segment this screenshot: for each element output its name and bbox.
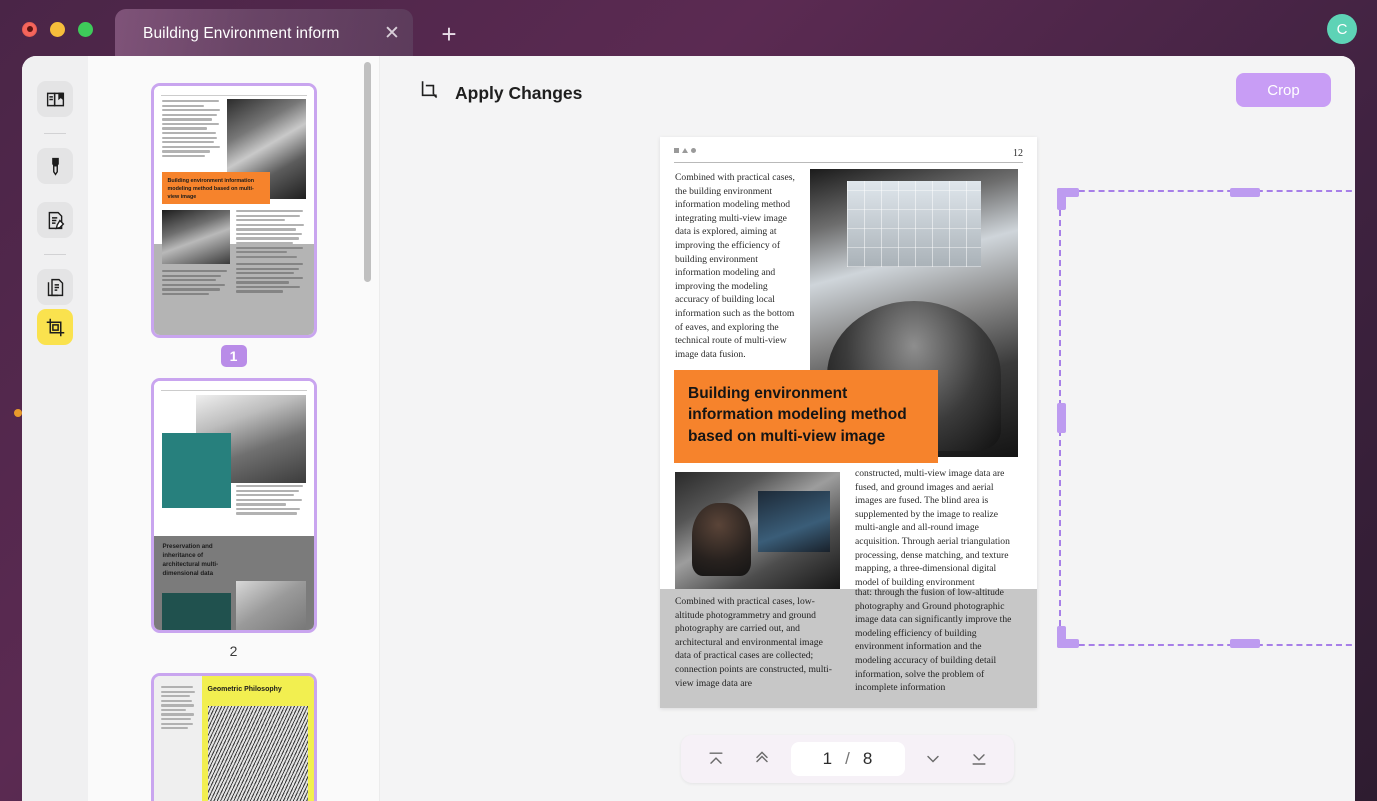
crop-selection-box[interactable] — [1057, 188, 1355, 648]
thumbnail-item[interactable]: Geometric Philosophy — [88, 673, 379, 801]
thumbnail-item[interactable]: Preservation and inheritance of architec… — [88, 378, 379, 662]
rail-indicator-dot — [14, 409, 22, 417]
current-page-value: 1 — [822, 749, 833, 768]
thumb-heading: Preservation and inheritance of architec… — [162, 543, 219, 577]
thumbnail-page-number: 2 — [229, 643, 238, 659]
thumbnail-page-3[interactable]: Geometric Philosophy — [150, 673, 317, 801]
sidebar-item-organize[interactable] — [37, 269, 73, 305]
crop-handle-top-middle[interactable] — [1230, 188, 1260, 197]
close-icon[interactable]: ✕ — [381, 23, 403, 45]
tool-rail — [22, 56, 88, 801]
apply-crop-icon — [415, 78, 441, 109]
total-pages-value: 8 — [862, 749, 873, 768]
pages-copy-icon — [45, 277, 66, 298]
apply-changes-label: Apply Changes — [455, 83, 583, 103]
sidebar-item-reader[interactable] — [37, 81, 73, 117]
window-traffic-lights — [22, 21, 93, 37]
thumbnail-pane[interactable]: Building environment information modelin… — [88, 56, 380, 801]
page-number-input[interactable]: 1 / 8 — [790, 742, 905, 776]
document-column-4: that: through the fusion of low-altitude… — [855, 587, 1012, 694]
rail-divider-2 — [44, 254, 66, 255]
plus-icon[interactable]: + — [433, 18, 465, 50]
crop-handle-top-left[interactable] — [1057, 188, 1066, 210]
thumb-heading: Geometric Philosophy — [207, 686, 282, 693]
thumbnail-page-2[interactable]: Preservation and inheritance of architec… — [150, 378, 317, 633]
sidebar-item-highlighter[interactable] — [37, 148, 73, 184]
crop-editor: Apply Changes Crop 12 Combined with prac… — [380, 56, 1355, 801]
thumbnail-list: Building environment information modelin… — [88, 56, 379, 801]
app-window: Building environment information modelin… — [22, 56, 1355, 801]
crop-handle-bottom-left[interactable] — [1057, 626, 1066, 648]
crop-handle-left-middle[interactable] — [1057, 403, 1066, 433]
crop-icon — [45, 317, 66, 338]
page-separator: / — [845, 749, 850, 768]
crop-handle-top-left[interactable] — [1057, 188, 1079, 197]
document-photo-workstation — [675, 472, 840, 590]
sidebar-item-annotate[interactable] — [37, 202, 73, 238]
close-window-button[interactable] — [22, 21, 37, 37]
thumb-heading: Building environment information modelin… — [161, 172, 270, 204]
document-column-3: Combined with practical cases, low-altit… — [675, 596, 832, 689]
title-bar: Building Environment inform ✕ + C — [0, 0, 1377, 58]
edit-document-icon — [45, 210, 66, 231]
thumbnail-scrollbar-track[interactable] — [364, 56, 375, 801]
browser-tab[interactable]: Building Environment inform ✕ — [115, 9, 413, 58]
avatar-initial: C — [1336, 20, 1348, 38]
tab-strip: Building Environment inform ✕ + — [115, 0, 465, 58]
maximize-window-button[interactable] — [78, 21, 93, 37]
document-page[interactable]: 12 Combined with practical cases, the bu… — [660, 137, 1037, 708]
page-navigation: 1 / 8 — [681, 735, 1014, 783]
document-column-1: Combined with practical cases, the build… — [675, 172, 795, 360]
crop-handle-bottom-middle[interactable] — [1230, 639, 1260, 648]
book-bookmark-icon — [45, 89, 66, 110]
crop-handle-bottom-left[interactable] — [1057, 639, 1079, 648]
thumbnail-item[interactable]: Building environment information modelin… — [88, 83, 379, 367]
highlighter-pen-icon — [45, 156, 66, 177]
sidebar-item-crop[interactable] — [37, 309, 73, 345]
jump-first-icon[interactable] — [699, 744, 733, 774]
tab-title: Building Environment inform — [143, 24, 340, 42]
rail-divider-1 — [44, 133, 66, 134]
thumbnail-page-1[interactable]: Building environment information modelin… — [150, 83, 317, 338]
chevron-up-icon[interactable] — [745, 744, 779, 774]
page-header-number: 12 — [1013, 148, 1023, 159]
page-header: 12 — [674, 148, 1023, 163]
jump-last-icon[interactable] — [962, 744, 996, 774]
chevron-down-icon[interactable] — [916, 744, 950, 774]
apply-changes-button[interactable]: Apply Changes — [415, 78, 582, 109]
crop-button[interactable]: Crop — [1236, 73, 1331, 107]
minimize-window-button[interactable] — [50, 21, 65, 37]
document-orange-heading: Building environment information modelin… — [674, 370, 938, 463]
avatar[interactable]: C — [1327, 14, 1357, 44]
thumbnail-scrollbar-thumb[interactable] — [364, 62, 371, 282]
square-triangle-circle-icon — [674, 148, 696, 153]
thumbnail-page-number: 1 — [220, 345, 247, 367]
